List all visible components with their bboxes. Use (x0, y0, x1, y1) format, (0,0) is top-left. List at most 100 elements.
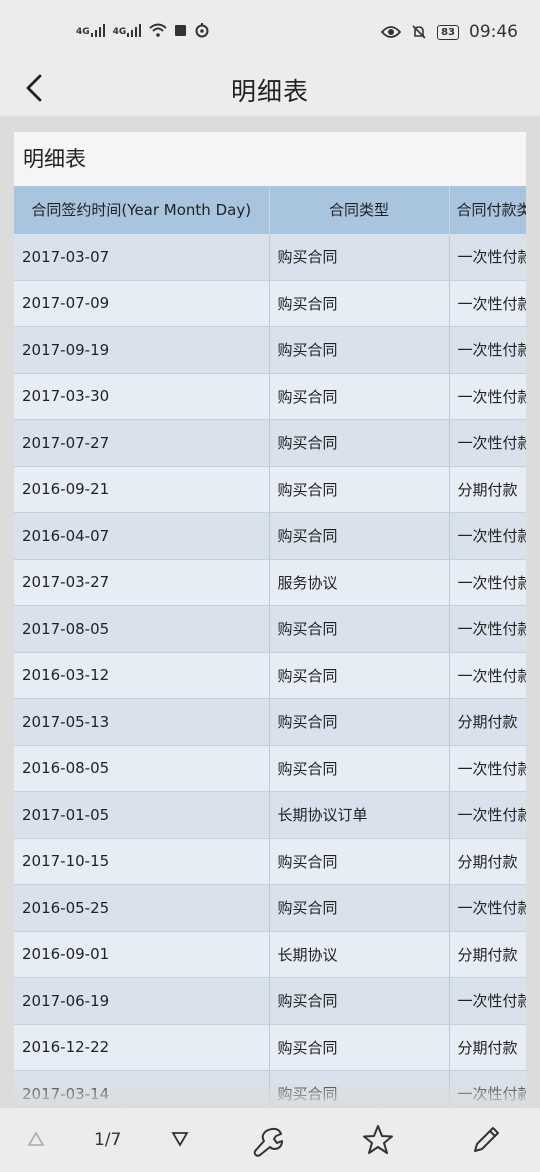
cell-payment-type: 一次性付款 (449, 977, 526, 1025)
cell-sign-date: 2017-03-07 (14, 234, 270, 281)
cell-sign-date: 2016-09-21 (14, 466, 270, 513)
next-page-button[interactable] (170, 1130, 190, 1162)
cell-contract-type: 购买合同 (269, 698, 450, 746)
edit-button[interactable] (470, 1124, 502, 1156)
table-row[interactable]: 2016-09-21 购买合同 分期付款 (14, 466, 526, 513)
cell-payment-type: 分期付款 (449, 931, 526, 978)
cell-sign-date: 2017-08-05 (14, 605, 270, 653)
table-row[interactable]: 2017-03-07 购买合同 一次性付款 (14, 234, 526, 281)
cell-payment-type: 一次性付款 (449, 326, 526, 374)
report-viewer[interactable]: 明细表 合同签约时间(Year Month Day) 合同类型 合同付款类型 2… (0, 116, 540, 1108)
app-header: 明细表 (0, 64, 540, 114)
table-row[interactable]: 2017-01-05 长期协议订单 一次性付款 (14, 791, 526, 839)
column-header-sign-date[interactable]: 合同签约时间(Year Month Day) (14, 186, 270, 234)
cellular-signal-1-icon: 4G (76, 23, 105, 37)
cell-payment-type: 一次性付款 (449, 512, 526, 560)
battery-icon: 83 (437, 24, 459, 40)
cell-sign-date: 2017-10-15 (14, 838, 270, 885)
wifi-icon (149, 23, 167, 37)
wrench-icon (253, 1127, 283, 1157)
eye-icon (381, 26, 402, 38)
next-page-icon (171, 1132, 189, 1147)
table-row[interactable]: 2016-04-07 购买合同 一次性付款 (14, 512, 526, 560)
table-row[interactable]: 2017-07-09 购买合同 一次性付款 (14, 280, 526, 327)
table-row[interactable]: 2016-05-25 购买合同 一次性付款 (14, 884, 526, 932)
cell-payment-type: 分期付款 (449, 698, 526, 746)
cell-contract-type: 购买合同 (269, 605, 450, 653)
cell-sign-date: 2016-08-05 (14, 745, 270, 792)
prev-page-button[interactable] (26, 1130, 46, 1162)
page-indicator: 1/7 (94, 1130, 122, 1150)
table-row[interactable]: 2016-08-05 购买合同 一次性付款 (14, 745, 526, 792)
table-row[interactable]: 2017-07-27 购买合同 一次性付款 (14, 419, 526, 467)
cellular-signal-2-icon: 4G (113, 23, 142, 37)
cell-contract-type: 长期协议订单 (269, 791, 450, 839)
table-row[interactable]: 2017-03-27 服务协议 一次性付款 (14, 559, 526, 606)
cell-payment-type: 分期付款 (449, 466, 526, 513)
cell-sign-date: 2017-07-09 (14, 280, 270, 327)
table-row[interactable]: 2016-12-22 购买合同 分期付款 (14, 1024, 526, 1071)
cell-contract-type: 购买合同 (269, 977, 450, 1025)
cell-contract-type: 购买合同 (269, 1024, 450, 1071)
cell-sign-date: 2017-09-19 (14, 326, 270, 374)
cell-sign-date: 2017-01-05 (14, 791, 270, 839)
cell-contract-type: 购买合同 (269, 884, 450, 932)
column-header-contract-type[interactable]: 合同类型 (269, 186, 450, 234)
cell-payment-type: 一次性付款 (449, 745, 526, 792)
mute-bell-icon (412, 25, 426, 39)
sync-icon (195, 23, 209, 38)
settings-button[interactable] (252, 1124, 286, 1157)
table-row[interactable]: 2017-10-15 购买合同 分期付款 (14, 838, 526, 885)
scroll-fade (14, 1078, 526, 1108)
cell-payment-type: 分期付款 (449, 1024, 526, 1071)
cell-sign-date: 2016-05-25 (14, 884, 270, 932)
cell-payment-type: 一次性付款 (449, 605, 526, 653)
table-row[interactable]: 2017-08-05 购买合同 一次性付款 (14, 605, 526, 653)
table-header-row: 合同签约时间(Year Month Day) 合同类型 合同付款类型 (14, 186, 526, 234)
cell-contract-type: 长期协议 (269, 931, 450, 978)
cell-payment-type: 一次性付款 (449, 419, 526, 467)
status-time: 09:46 (469, 22, 518, 42)
table-row[interactable]: 2017-05-13 购买合同 分期付款 (14, 698, 526, 746)
prev-page-icon (27, 1131, 45, 1146)
cell-contract-type: 购买合同 (269, 838, 450, 885)
table-row[interactable]: 2017-03-30 购买合同 一次性付款 (14, 373, 526, 420)
cell-sign-date: 2017-06-19 (14, 977, 270, 1025)
table-row[interactable]: 2017-06-19 购买合同 一次性付款 (14, 977, 526, 1025)
column-header-payment-type[interactable]: 合同付款类型 (449, 186, 526, 234)
table-row[interactable]: 2017-09-19 购买合同 一次性付款 (14, 326, 526, 374)
cell-payment-type: 一次性付款 (449, 280, 526, 327)
cell-contract-type: 购买合同 (269, 373, 450, 420)
cell-contract-type: 服务协议 (269, 559, 450, 606)
table-row[interactable]: 2016-03-12 购买合同 一次性付款 (14, 652, 526, 699)
detail-table: 合同签约时间(Year Month Day) 合同类型 合同付款类型 2017-… (14, 186, 526, 1108)
report-title: 明细表 (14, 132, 526, 186)
star-icon (363, 1125, 393, 1154)
cell-payment-type: 一次性付款 (449, 559, 526, 606)
pencil-icon (474, 1127, 499, 1152)
report-card: 明细表 合同签约时间(Year Month Day) 合同类型 合同付款类型 2… (14, 132, 526, 1108)
status-bar: 4G 4G 83 09:46 (0, 0, 540, 64)
cell-contract-type: 购买合同 (269, 280, 450, 327)
cell-contract-type: 购买合同 (269, 652, 450, 699)
cell-sign-date: 2017-07-27 (14, 419, 270, 467)
cell-sign-date: 2016-03-12 (14, 652, 270, 699)
bottom-toolbar: 1/7 (0, 1108, 540, 1172)
cell-sign-date: 2017-03-30 (14, 373, 270, 420)
cell-contract-type: 购买合同 (269, 419, 450, 467)
cell-payment-type: 分期付款 (449, 838, 526, 885)
table-row[interactable]: 2016-09-01 长期协议 分期付款 (14, 931, 526, 978)
cell-sign-date: 2016-12-22 (14, 1024, 270, 1071)
cell-contract-type: 购买合同 (269, 326, 450, 374)
cell-payment-type: 一次性付款 (449, 652, 526, 699)
cell-contract-type: 购买合同 (269, 466, 450, 513)
cell-payment-type: 一次性付款 (449, 884, 526, 932)
square-notification-icon (175, 24, 187, 36)
page-title: 明细表 (230, 77, 309, 106)
cell-contract-type: 购买合同 (269, 234, 450, 281)
favorite-button[interactable] (362, 1124, 394, 1156)
cell-sign-date: 2017-03-27 (14, 559, 270, 606)
cell-payment-type: 一次性付款 (449, 791, 526, 839)
cell-payment-type: 一次性付款 (449, 373, 526, 420)
cell-sign-date: 2017-05-13 (14, 698, 270, 746)
